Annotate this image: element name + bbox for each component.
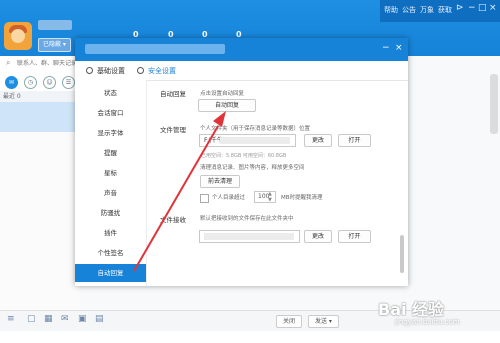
skin-icon[interactable]: ⊳: [456, 3, 464, 13]
list-header: 最近 0: [0, 91, 80, 102]
watermark-url: jingyan.baidu.com: [395, 318, 460, 326]
file-management-label: 文件管理: [160, 126, 186, 134]
dialog-scrollbar[interactable]: [400, 235, 404, 273]
nav-item-session-window[interactable]: 会话窗口: [75, 104, 146, 122]
get-link[interactable]: 获取: [438, 5, 452, 15]
personal-folder-path-field[interactable]: F:\千牛\: [199, 134, 296, 147]
file-receive-desc: 默认把接收到的文件保存在此文件夹中: [200, 216, 294, 222]
avatar[interactable]: [4, 22, 32, 50]
dialog-close-icon[interactable]: ×: [395, 43, 403, 53]
nav-item-status[interactable]: 状态: [75, 84, 146, 102]
watermark-logo: Bai 经验: [378, 300, 445, 319]
send-button[interactable]: 发送 ▾: [308, 315, 339, 328]
auto-clean-size-stepper[interactable]: 100: [254, 191, 276, 203]
stepper-arrows-icon[interactable]: ▲ ▼: [268, 191, 272, 203]
doc-icon[interactable]: ▢: [27, 314, 36, 324]
space-info: 已用空间：5.8GB 可用空间：60.8GB: [201, 153, 287, 159]
auto-clean-prefix: 个人目录超过: [212, 195, 246, 201]
auto-reply-section-label: 自动回复: [160, 90, 186, 98]
clean-button[interactable]: 前去清理: [200, 175, 240, 188]
path-value: F:\千牛\: [204, 137, 226, 144]
menu-icon[interactable]: ≡: [7, 314, 15, 324]
notice-link[interactable]: 公告: [402, 5, 416, 15]
maximize-icon[interactable]: □: [478, 3, 487, 13]
open-receive-button[interactable]: 打开: [338, 230, 371, 243]
close-button[interactable]: 关闭: [276, 315, 303, 328]
change-receive-button[interactable]: 更改: [304, 230, 332, 243]
calendar-icon[interactable]: ▦: [44, 314, 53, 324]
tab-basic-settings[interactable]: 基础设置: [97, 66, 125, 76]
group-tab-icon[interactable]: ☰: [62, 76, 75, 89]
clean-desc: 清理消息记录、图片等内容，释放更多空间: [200, 165, 305, 171]
nav-item-auto-reply[interactable]: 自动回复: [75, 264, 146, 282]
open-folder-button[interactable]: 打开: [338, 134, 371, 147]
scrollbar[interactable]: [490, 74, 498, 134]
auto-clean-suffix: MB时提醒我清理: [281, 195, 323, 201]
search-icon: ⌕: [6, 58, 11, 67]
contact-list: [0, 132, 80, 310]
shield-icon: [137, 67, 144, 74]
search-input[interactable]: [17, 58, 75, 70]
dialog-minimize-icon[interactable]: −: [382, 43, 390, 53]
media-icon[interactable]: ▤: [95, 314, 104, 324]
auto-clean-checkbox[interactable]: [200, 194, 209, 203]
file-receive-path-field[interactable]: [199, 230, 300, 243]
auto-reply-hint: 点击设置自动回复: [200, 91, 245, 97]
help-link[interactable]: 帮助: [384, 5, 398, 15]
nav-item-display-font[interactable]: 显示字体: [75, 124, 146, 142]
list-item-selected[interactable]: [0, 102, 80, 132]
nav-item-sound[interactable]: 声音: [75, 184, 146, 202]
personal-folder-desc: 个人文件夹（用于保存消息记录等数据）位置: [200, 126, 311, 132]
tab-safety-settings[interactable]: 安全设置: [148, 66, 176, 76]
nav-item-reminder[interactable]: 提醒: [75, 144, 146, 162]
contacts-tab-icon[interactable]: ☺: [43, 76, 56, 89]
nav-item-star[interactable]: 星标: [75, 164, 146, 182]
nav-item-plugins[interactable]: 插件: [75, 224, 146, 242]
change-folder-button[interactable]: 更改: [304, 134, 332, 147]
recent-tab-icon[interactable]: ◷: [24, 76, 37, 89]
minimize-icon[interactable]: −: [468, 3, 476, 13]
gear-icon: [86, 67, 93, 74]
image-icon[interactable]: ▣: [78, 314, 87, 324]
account-name-blurred: [38, 20, 72, 30]
nav-item-signature[interactable]: 个性签名: [75, 244, 146, 262]
mail-icon[interactable]: ✉: [61, 314, 69, 324]
dialog-title-blurred: [85, 44, 225, 54]
close-icon[interactable]: ×: [489, 3, 497, 13]
nav-item-anti-harass[interactable]: 防骚扰: [75, 204, 146, 222]
auto-reply-button[interactable]: 自动回复: [198, 99, 256, 112]
status-badge[interactable]: 已隐蔽 ▾: [38, 38, 71, 52]
wanxiang-link[interactable]: 万象: [420, 5, 434, 15]
message-tab-icon[interactable]: ✉: [5, 76, 18, 89]
file-receive-label: 文件接收: [160, 216, 186, 224]
